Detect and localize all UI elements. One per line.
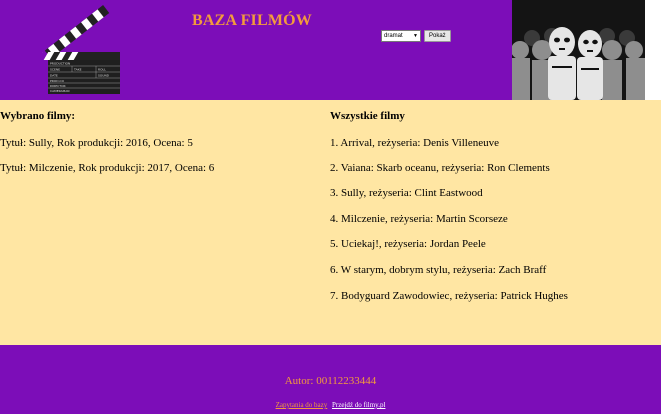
film-list-item: 1. Arrival, reżyseria: Denis Villeneuve — [330, 137, 499, 149]
author-text: Autor: 00112233444 — [284, 375, 377, 387]
film-list-item: 7. Bodyguard Zawodowiec, reżyseria: Patr… — [330, 290, 568, 302]
all-films-heading: Wszystkie filmy — [330, 110, 405, 122]
film-list-item: 3. Sully, reżyseria: Clint Eastwood — [330, 187, 483, 199]
clapper-sound-text: SOUND — [98, 74, 110, 78]
genre-select[interactable]: dramat ▼ — [381, 30, 421, 42]
clapper-scene-text: SCENE — [50, 68, 60, 72]
filmy-pl-link[interactable]: Przejdź do filmy.pl — [332, 401, 385, 409]
selected-film-item: Tytuł: Milczenie, Rok produkcji: 2017, O… — [0, 162, 215, 174]
selected-film-item: Tytuł: Sully, Rok produkcji: 2016, Ocena… — [0, 137, 193, 149]
footer-links: Zapytania do bazy Przejdź do filmy.pl — [0, 401, 661, 409]
genre-form: dramat ▼ Pokaż — [381, 30, 451, 42]
main-content: Wybrano filmy: Tytuł: Sully, Rok produkc… — [0, 100, 661, 345]
film-list-item: 6. W starym, dobrym stylu, reżyseria: Za… — [330, 264, 547, 276]
clapper-director-text: DIRECTOR — [50, 84, 66, 88]
film-list-item: 5. Uciekaj!, reżyseria: Jordan Peele — [330, 238, 486, 250]
chevron-down-icon: ▼ — [413, 33, 418, 39]
stormtroopers-photo — [512, 0, 645, 100]
clapper-roll-text: ROLL — [98, 68, 106, 72]
clapperboard-image: PRODUCTION SCENE TAKE ROLL DATE SOUND PR… — [42, 5, 120, 94]
genre-select-value: dramat — [384, 33, 403, 39]
header-banner: PRODUCTION SCENE TAKE ROLL DATE SOUND PR… — [0, 0, 645, 100]
footer: Autor: 00112233444 Zapytania do bazy Prz… — [0, 345, 661, 414]
clapper-cameraman-text: CAMERAMAN — [50, 89, 70, 93]
clapper-take-text: TAKE — [73, 68, 82, 72]
film-list-item: 4. Milczenie, reżyseria: Martin Scorseze — [330, 213, 508, 225]
page-title: BAZA FILMÓW — [192, 12, 312, 29]
queries-link[interactable]: Zapytania do bazy — [276, 401, 328, 409]
clapper-date-text: DATE — [50, 74, 58, 78]
selected-films-heading: Wybrano filmy: — [0, 110, 76, 122]
clapper-prodco-text: PROD.CO — [50, 79, 65, 83]
show-button[interactable]: Pokaż — [424, 30, 451, 42]
clapper-production-text: PRODUCTION — [50, 62, 70, 66]
film-list-item: 2. Vaiana: Skarb oceanu, reżyseria: Ron … — [330, 162, 550, 174]
